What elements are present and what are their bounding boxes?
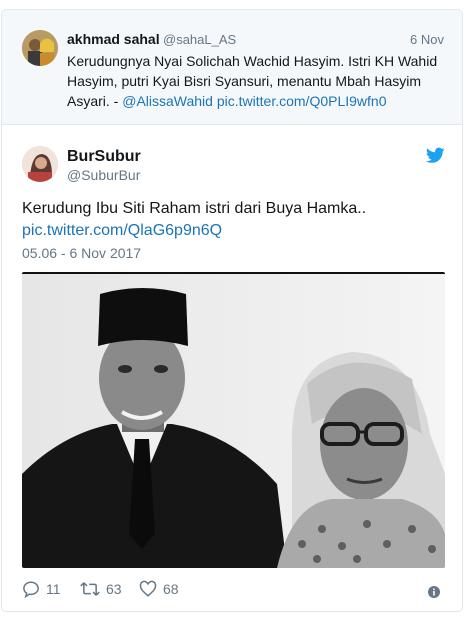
quoted-pic-link[interactable]: pic.twitter.com/Q0PLI9wfn0 xyxy=(217,93,387,109)
black-and-white-portrait-image xyxy=(22,274,445,568)
quoted-author-name[interactable]: akhmad sahal xyxy=(67,31,160,47)
tweet-timestamp[interactable]: 05.06 - 6 Nov 2017 xyxy=(22,245,141,261)
quoted-tweet-text: Kerudungnya Nyai Solichah Wachid Hasyim.… xyxy=(67,51,447,111)
author-name[interactable]: BurSubur xyxy=(67,148,141,166)
info-icon[interactable] xyxy=(428,586,440,598)
reply-action[interactable]: 11 xyxy=(22,580,61,598)
tweet-pic-link[interactable]: pic.twitter.com/QlaG6p9n6Q xyxy=(22,220,442,242)
twitter-bird-icon[interactable] xyxy=(426,147,445,164)
heart-icon[interactable] xyxy=(139,580,157,598)
retweet-icon[interactable] xyxy=(80,580,100,598)
tweet-body: Kerudung Ibu Siti Raham istri dari Buya … xyxy=(22,200,367,217)
like-action[interactable]: 68 xyxy=(139,580,179,598)
tweet-photo[interactable] xyxy=(22,272,445,568)
quoted-tweet-date[interactable]: 6 Nov xyxy=(410,32,444,47)
retweet-action[interactable]: 63 xyxy=(80,580,122,598)
quoted-author-handle[interactable]: @sahaL_AS xyxy=(163,32,236,47)
quoted-author-avatar[interactable] xyxy=(22,30,58,66)
reply-icon[interactable] xyxy=(22,580,40,598)
author-handle[interactable]: @SuburBur xyxy=(67,167,140,183)
quoted-mention-link[interactable]: @AlissaWahid xyxy=(122,93,213,109)
author-avatar[interactable] xyxy=(22,146,58,182)
reply-count: 11 xyxy=(46,581,61,597)
tweet-text: Kerudung Ibu Siti Raham istri dari Buya … xyxy=(22,198,442,242)
embedded-tweet-card: akhmad sahal @sahaL_AS 6 Nov Kerudungnya… xyxy=(1,9,463,612)
like-count: 68 xyxy=(163,581,179,597)
quoted-tweet[interactable]: akhmad sahal @sahaL_AS 6 Nov Kerudungnya… xyxy=(2,10,462,125)
retweet-count: 63 xyxy=(106,581,122,597)
